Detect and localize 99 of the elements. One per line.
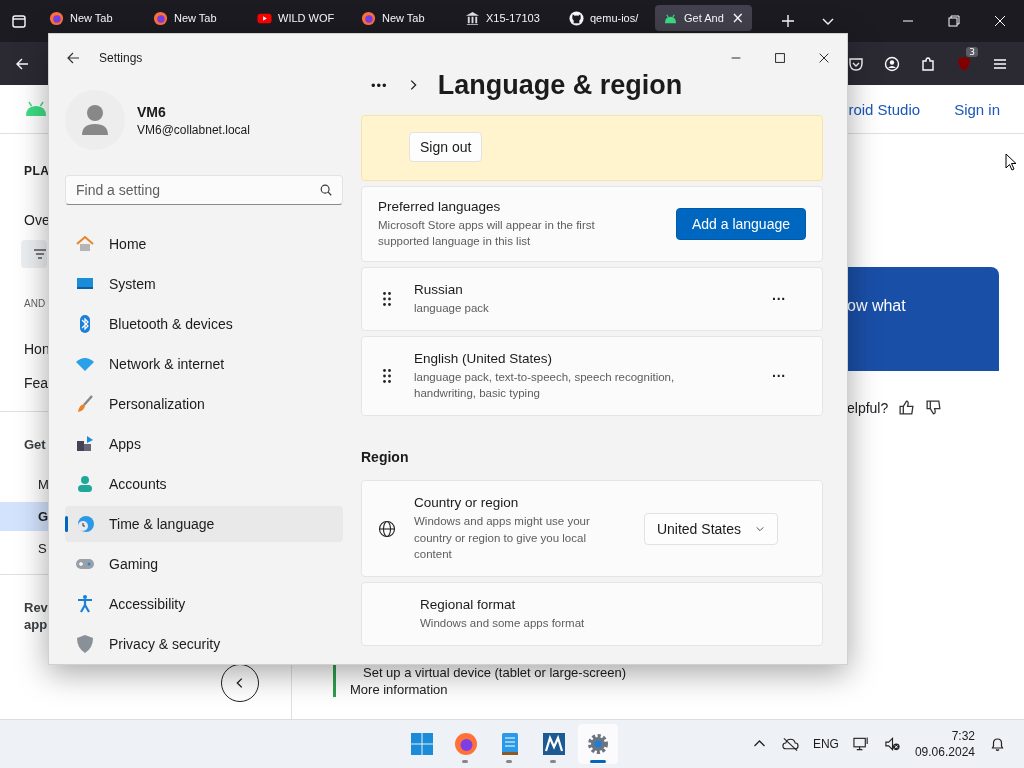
firefox-icon [454, 732, 478, 756]
thumbs-down-icon[interactable] [925, 399, 943, 416]
more-options-button[interactable]: ··· [772, 368, 786, 385]
drag-handle-icon[interactable] [382, 291, 392, 308]
search-field[interactable]: Find a setting [65, 175, 343, 205]
header-link[interactable]: Sign in [954, 100, 1000, 118]
account-icon[interactable] [884, 55, 900, 72]
drag-handle-icon[interactable] [382, 368, 392, 385]
notification-bell-icon[interactable] [989, 736, 1006, 752]
house-icon [75, 234, 95, 254]
user-name: VM6 [137, 103, 167, 120]
taskbar-app[interactable] [578, 724, 618, 764]
card-title: Preferred languages [378, 199, 502, 214]
add-language-button[interactable]: Add a language [675, 208, 806, 241]
nav-item[interactable]: Personalization [65, 386, 343, 422]
filter-button[interactable] [21, 240, 47, 268]
nav-item[interactable]: Accounts [65, 466, 343, 502]
close-icon[interactable] [817, 51, 831, 65]
header-link[interactable]: roid Studio [848, 100, 921, 118]
language-name: English (United States) [414, 351, 554, 367]
breadcrumb-overflow-button[interactable]: ••• [371, 77, 388, 93]
maximize-icon[interactable] [773, 51, 787, 65]
card-description: Windows and apps might use your country or region to give you local content [414, 514, 591, 562]
building-icon [465, 10, 480, 26]
sign-out-button[interactable]: Sign out [409, 132, 483, 162]
more-information-link[interactable]: More information [350, 682, 1024, 697]
windows-icon [410, 732, 434, 756]
puzzle-icon[interactable] [920, 55, 936, 72]
nav-item[interactable]: System [65, 266, 343, 302]
page-title: Language & region [437, 69, 683, 101]
browser-tab[interactable]: WILD WOF [249, 5, 337, 31]
nav-link[interactable]: M [0, 469, 51, 499]
android-logo-icon [24, 101, 48, 117]
language-name: Russian [414, 282, 464, 298]
new-tab-icon[interactable] [780, 13, 796, 29]
brush-icon [75, 394, 95, 414]
close-tab-button[interactable]: × [731, 9, 744, 27]
nav-item[interactable]: Home [65, 226, 343, 262]
firefox-icon [49, 10, 64, 26]
globe-icon [378, 519, 396, 538]
nav-item[interactable]: Network & internet [65, 346, 343, 382]
firefox-icon [153, 10, 168, 26]
card-title: Regional format [420, 596, 517, 612]
browser-tab[interactable]: X15-17103 [457, 5, 545, 31]
nav-link[interactable]: Fea [0, 369, 51, 397]
nav-item[interactable]: Apps [65, 426, 343, 462]
browser-tab[interactable]: qemu-ios/ [561, 5, 649, 31]
browser-tab[interactable]: New Tab [41, 5, 129, 31]
nav-item[interactable]: Privacy & security [65, 626, 343, 662]
language-details: language pack [414, 301, 489, 317]
browser-tab[interactable]: New Tab [353, 5, 441, 31]
user-email: VM6@collabnet.local [137, 122, 250, 137]
browser-tab[interactable]: New Tab [145, 5, 233, 31]
cursor-icon [1005, 153, 1017, 171]
clock-time[interactable]: 7:32 [951, 729, 975, 743]
nav-heading: PLA [23, 163, 51, 180]
nav-item[interactable]: Gaming [65, 546, 343, 582]
nav-item[interactable]: Time & language [65, 506, 343, 542]
nav-item[interactable]: Bluetooth & devices [65, 306, 343, 342]
app-icon [542, 732, 566, 756]
shield-icon [75, 634, 95, 654]
speaker-muted-icon[interactable] [883, 736, 901, 752]
back-icon[interactable] [65, 50, 81, 66]
accessibility-icon [75, 594, 95, 614]
nav-item[interactable]: Accessibility [65, 586, 343, 622]
thumbs-up-icon[interactable] [898, 399, 916, 416]
language-details: language pack, text-to-speech, speech recognition, handwriting, basic typing [414, 370, 676, 402]
cat-icon [569, 10, 584, 26]
input-language[interactable]: ENG [812, 737, 839, 751]
window-title: Settings [99, 51, 143, 65]
restore-icon[interactable] [946, 13, 962, 29]
card-description: Windows and some apps format [420, 615, 585, 631]
more-options-button[interactable]: ··· [772, 291, 786, 308]
close-icon[interactable] [992, 13, 1008, 29]
apps-icon [75, 434, 95, 454]
gear-icon [586, 732, 610, 756]
card-title: Country or region [414, 495, 520, 511]
clock-date[interactable]: 09.06.2024 [914, 745, 975, 759]
clock-globe-icon [75, 514, 95, 534]
banner-text: ow what [847, 297, 906, 314]
search-icon [319, 183, 333, 197]
nav-link[interactable]: S [0, 533, 49, 563]
firefox-icon [361, 10, 376, 26]
nav-heading: Rev app [23, 598, 49, 635]
bullet-text: Set up a virtual device (tablet or large-screen) [362, 665, 627, 680]
browser-tab[interactable]: Get And × [655, 5, 752, 31]
tab-list-icon[interactable] [11, 13, 27, 29]
nav-heading: Get [23, 436, 47, 454]
nav-link[interactable]: G [0, 501, 51, 531]
person-icon [75, 474, 95, 494]
card-description: Microsoft Store apps will appear in the first supported language in this list [378, 218, 596, 250]
feedback-question: elpful? [847, 399, 889, 416]
pocket-icon[interactable] [848, 55, 864, 72]
cloud-off-icon[interactable] [781, 736, 799, 752]
country-dropdown[interactable]: United States [643, 512, 778, 545]
network-icon[interactable] [852, 736, 870, 752]
section-heading: Region [361, 449, 410, 466]
extension-badge: 3 [966, 46, 978, 57]
nav-heading: AND [23, 297, 47, 311]
